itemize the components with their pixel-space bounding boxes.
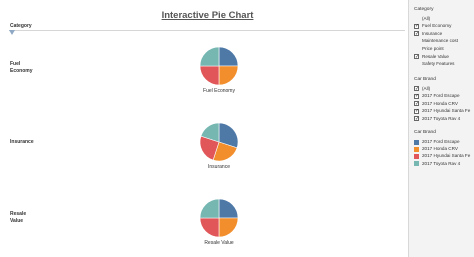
pie-label-resale-value: Resale Value: [204, 240, 234, 246]
brand-filter-item-label: (All): [422, 85, 431, 91]
checkbox[interactable]: [414, 108, 419, 114]
checkbox[interactable]: [414, 23, 419, 29]
category-filter-item-label: Price point: [422, 45, 444, 51]
pie-slice-2017-ford-escape[interactable]: [218, 46, 239, 67]
legend-swatch: [414, 146, 419, 152]
pie-fuel-economy[interactable]: [199, 46, 239, 86]
category-filter-item-label: Safety Features: [422, 61, 455, 67]
pie-slice-2017-toyota-rav-4[interactable]: [199, 46, 220, 67]
checkbox[interactable]: [414, 101, 419, 107]
brand-filter-item-label: 2017 Toyota Rav 4: [422, 115, 461, 121]
legend-label: 2017 Honda CRV: [422, 146, 458, 152]
pie-resale-value[interactable]: [199, 198, 239, 238]
category-filter-item-label: Fuel Economy: [422, 23, 452, 29]
main-view: Interactive Pie Chart Category Fuel Econ…: [0, 0, 406, 257]
pie-slice-2017-hyundai-santa-fe[interactable]: [199, 65, 220, 86]
pie-chart-grid: Fuel Economy Insurance Resale Value: [199, 46, 239, 246]
filter-sidebar: Category (All) Fuel EconomyInsurance Maint…: [408, 0, 474, 257]
legend-label: 2017 Toyota Rav 4: [422, 160, 461, 166]
category-filter-title: Category: [414, 7, 434, 12]
legend-label: 2017 Hyundai Santa Fe: [422, 153, 471, 159]
legend-swatch: [414, 161, 419, 167]
checkbox[interactable]: [414, 93, 419, 99]
category-filter-item-label: Insurance: [422, 30, 443, 36]
pie-slice-2017-honda-crv[interactable]: [218, 65, 239, 86]
pie-slice-2017-ford-escape[interactable]: [218, 198, 239, 219]
legend-swatch: [414, 153, 419, 159]
legend-label: 2017 Ford Escape: [422, 139, 460, 144]
checkbox[interactable]: [414, 116, 419, 122]
pie-label-fuel-economy: Fuel Economy: [203, 88, 235, 94]
pie-slice-2017-hyundai-santa-fe[interactable]: [199, 217, 220, 238]
category-filter-item-label: Resale Value: [422, 53, 449, 59]
pie-slice-2017-honda-crv[interactable]: [218, 217, 239, 238]
pie-label-insurance: Insurance: [208, 164, 230, 170]
checkbox[interactable]: [414, 86, 419, 92]
pie-slice-2017-toyota-rav-4[interactable]: [199, 198, 220, 219]
category-filter-item-label: (All): [422, 15, 431, 21]
category-filter-item-label: Maintenance cost: [422, 38, 459, 44]
brand-filter-item-label: 2017 Hyundai Santa Fe: [422, 108, 471, 114]
pie-insurance[interactable]: [199, 122, 239, 162]
checkbox[interactable]: [414, 54, 419, 60]
brand-filter-item-label: 2017 Ford Escape: [422, 93, 460, 99]
legend-title: Car Brand: [414, 130, 436, 135]
legend-swatch: [414, 139, 419, 145]
brand-filter-item-label: 2017 Honda CRV: [422, 100, 458, 106]
checkbox[interactable]: [414, 31, 419, 37]
brand-filter-title: Car Brand: [414, 77, 436, 82]
